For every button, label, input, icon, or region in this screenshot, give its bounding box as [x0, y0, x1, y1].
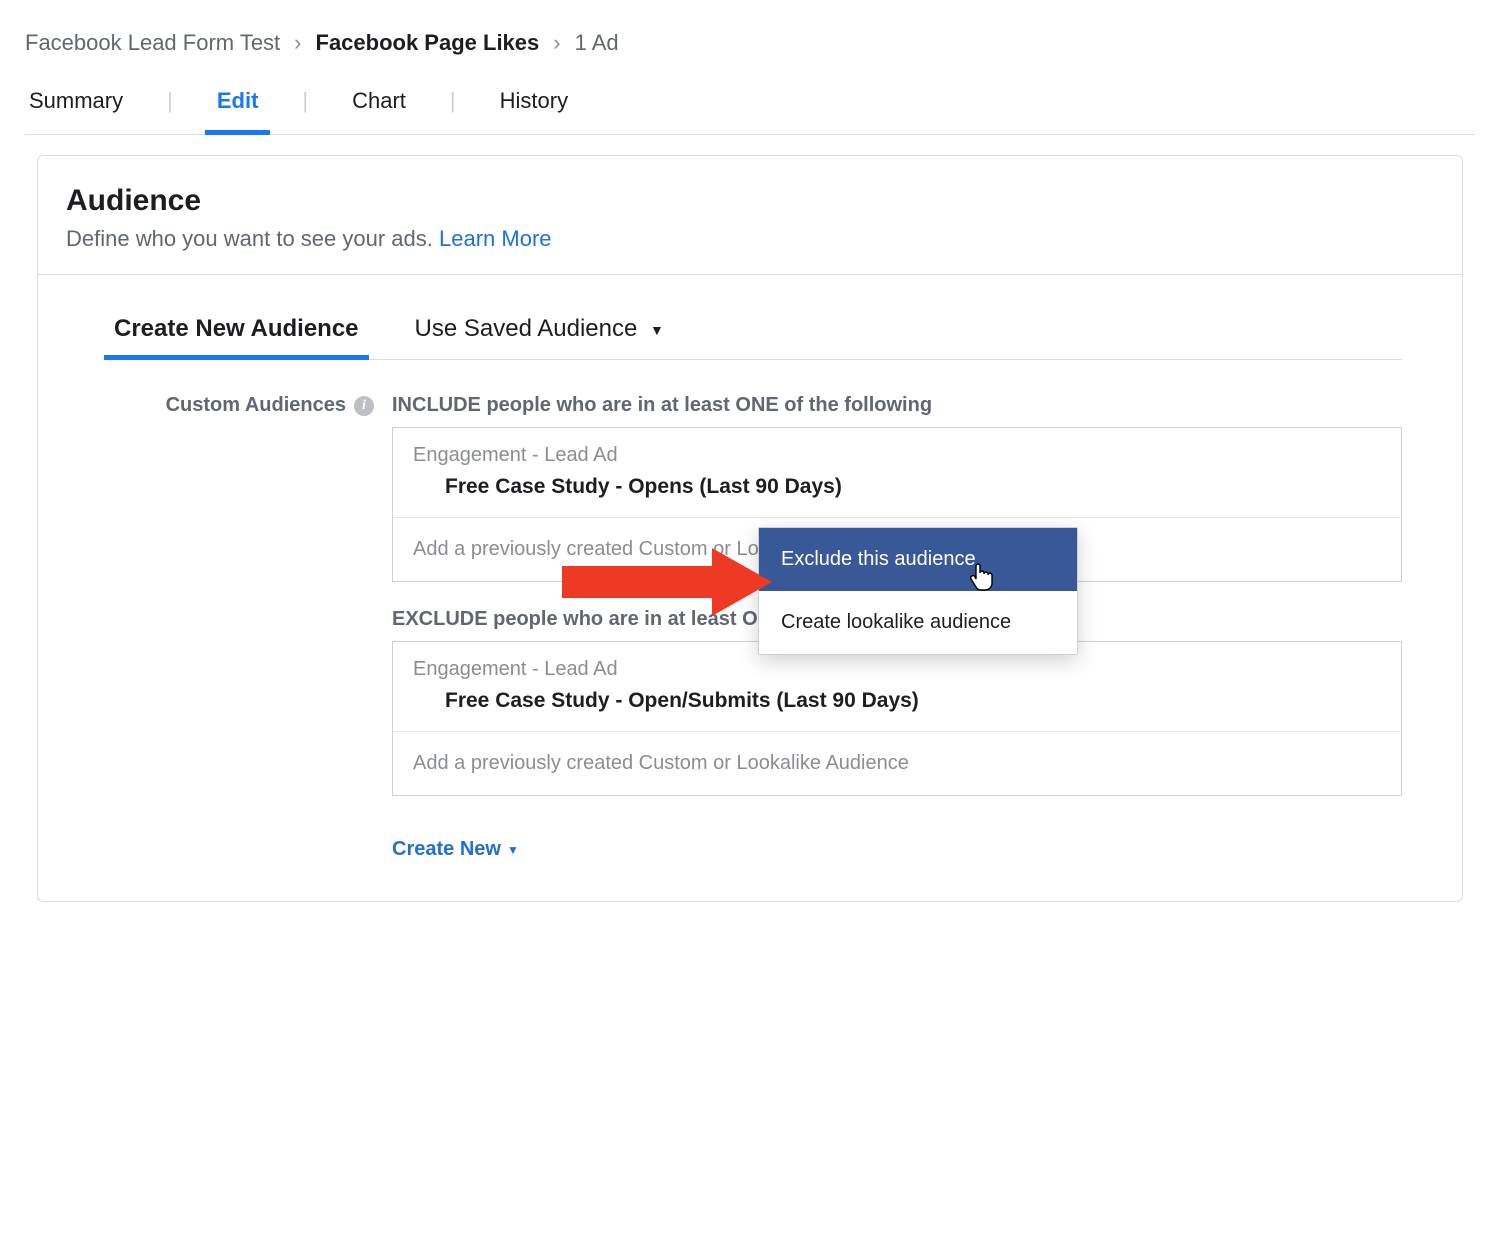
panel-subtitle: Define who you want to see your ads. Lea…	[66, 226, 1434, 252]
info-icon[interactable]: i	[354, 396, 374, 416]
top-tabs: Summary | Edit | Chart | History	[25, 80, 1475, 135]
audience-panel: Audience Define who you want to see your…	[37, 155, 1463, 902]
breadcrumb-level1[interactable]: Facebook Lead Form Test	[25, 30, 280, 56]
include-title: INCLUDE people who are in at least ONE o…	[392, 394, 1402, 417]
custom-audiences-label-text: Custom Audiences	[166, 394, 346, 417]
tab-summary[interactable]: Summary	[25, 80, 127, 134]
caret-down-icon: ▼	[650, 322, 664, 338]
create-new-dropdown[interactable]: Create New ▼	[392, 838, 519, 861]
tab-separator: |	[302, 88, 308, 126]
include-name: Free Case Study - Opens (Last 90 Days)	[413, 475, 1381, 499]
create-new-label: Create New	[392, 838, 501, 861]
tab-use-saved-audience-label: Use Saved Audience	[415, 315, 638, 342]
breadcrumb-level3[interactable]: 1 Ad	[575, 30, 619, 56]
chevron-right-icon: ›	[294, 30, 301, 56]
breadcrumb: Facebook Lead Form Test › Facebook Page …	[25, 30, 1475, 56]
panel-subtitle-text: Define who you want to see your ads.	[66, 226, 433, 251]
tab-separator: |	[450, 88, 456, 126]
learn-more-link[interactable]: Learn More	[439, 226, 552, 251]
audience-context-menu: Exclude this audience Create lookalike a…	[758, 527, 1078, 655]
tab-history[interactable]: History	[496, 80, 572, 134]
custom-audiences-label: Custom Audiences i	[110, 394, 392, 417]
chevron-right-icon: ›	[553, 30, 560, 56]
audience-subtabs: Create New Audience Use Saved Audience ▼	[110, 315, 1402, 360]
exclude-audience-item[interactable]: Engagement - Lead Ad Free Case Study - O…	[393, 642, 1401, 732]
tab-use-saved-audience[interactable]: Use Saved Audience ▼	[411, 315, 668, 359]
exclude-box: Engagement - Lead Ad Free Case Study - O…	[392, 641, 1402, 796]
menu-exclude-audience[interactable]: Exclude this audience	[759, 528, 1077, 591]
tab-separator: |	[167, 88, 173, 126]
breadcrumb-level2[interactable]: Facebook Page Likes	[316, 30, 540, 56]
tab-edit[interactable]: Edit	[213, 80, 263, 134]
menu-create-lookalike[interactable]: Create lookalike audience	[759, 591, 1077, 654]
include-category: Engagement - Lead Ad	[413, 444, 1381, 467]
exclude-category: Engagement - Lead Ad	[413, 658, 1381, 681]
tab-create-new-audience[interactable]: Create New Audience	[110, 315, 363, 359]
include-audience-item[interactable]: Engagement - Lead Ad Free Case Study - O…	[393, 428, 1401, 518]
panel-header: Audience Define who you want to see your…	[38, 156, 1462, 275]
exclude-name: Free Case Study - Open/Submits (Last 90 …	[413, 689, 1381, 713]
caret-down-icon: ▼	[507, 843, 519, 857]
exclude-add-input[interactable]: Add a previously created Custom or Looka…	[393, 732, 1401, 795]
tab-chart[interactable]: Chart	[348, 80, 410, 134]
panel-title: Audience	[66, 184, 1434, 218]
